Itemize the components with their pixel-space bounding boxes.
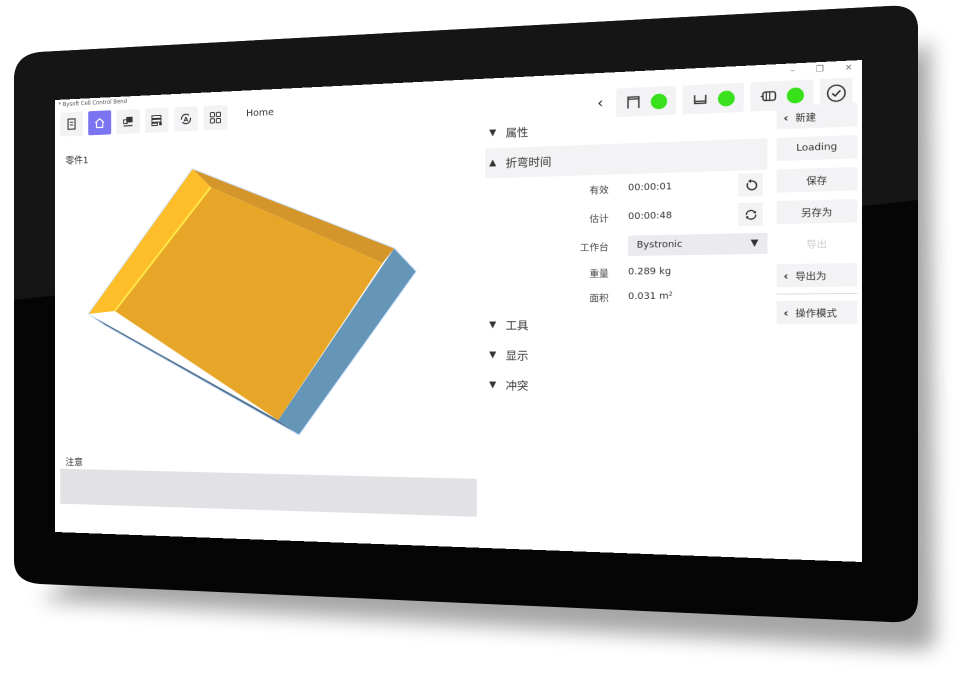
lower-tool-icon xyxy=(691,91,709,106)
lower-tool-status-dot xyxy=(717,89,735,107)
check-circle-icon xyxy=(826,83,847,103)
breadcrumb: Home xyxy=(246,106,274,119)
estimated-time-value: 00:00:48 xyxy=(628,210,673,223)
svg-text:A: A xyxy=(184,117,189,124)
new-button[interactable]: ‹ 新建 xyxy=(776,102,858,130)
home-button[interactable] xyxy=(88,110,112,136)
reset-button[interactable] xyxy=(738,173,763,197)
auto-mode-button[interactable]: A xyxy=(174,106,198,132)
chevron-down-icon: ▼ xyxy=(489,128,497,139)
machine-transfer-button[interactable] xyxy=(116,108,140,135)
area-row: 面积 0.031 m² xyxy=(485,283,767,310)
workbench-select[interactable]: Bystronic ▼ xyxy=(628,232,768,257)
notes-textarea[interactable] xyxy=(60,468,477,517)
upper-tool-status-dot xyxy=(650,92,668,110)
workbench-label: 工作台 xyxy=(579,242,609,254)
section-display[interactable]: ▼ 显示 xyxy=(485,340,767,372)
chevron-left-icon: ‹ xyxy=(783,268,789,283)
backgauge-status-dot xyxy=(786,86,804,104)
back-button[interactable]: ‹ xyxy=(597,95,603,112)
section-label: 冲突 xyxy=(505,379,529,393)
section-collision[interactable]: ▼ 冲突 xyxy=(485,370,767,403)
loading-button[interactable]: Loading xyxy=(776,134,858,162)
part-name: 零件1 xyxy=(65,155,89,167)
weight-label: 重量 xyxy=(589,269,609,280)
document-button[interactable] xyxy=(60,111,83,137)
list-settings-button[interactable] xyxy=(145,107,169,133)
weight-value: 0.289 kg xyxy=(628,266,672,278)
section-label: 工具 xyxy=(505,319,529,333)
operation-mode-label: 操作模式 xyxy=(795,308,837,320)
part-3d-viewer[interactable] xyxy=(86,150,434,437)
minimize-button[interactable]: – xyxy=(790,65,795,75)
model-inner-floor xyxy=(114,181,383,422)
backgauge-icon xyxy=(760,88,778,104)
export-button[interactable]: 导出 xyxy=(777,231,858,256)
undo-icon xyxy=(743,178,758,192)
chevron-up-icon: ▲ xyxy=(489,158,497,169)
effective-time-label: 有效 xyxy=(589,185,609,197)
close-button[interactable]: ✕ xyxy=(845,63,853,73)
chevron-down-icon: ▼ xyxy=(489,350,497,361)
properties-panel: ▼ 属性 ▲ 折弯时间 有效 00:00:01 估计 00:00:48 工作台 By… xyxy=(485,107,768,403)
side-menu: ‹ 新建 Loading 保存 另存为 导出 ‹ 导出为 ‹ 操作模式 xyxy=(776,102,858,325)
save-as-button[interactable]: 另存为 xyxy=(776,198,858,225)
window-controls: – ❐ ✕ xyxy=(790,63,852,76)
chevron-down-icon: ▼ xyxy=(489,320,497,331)
save-button[interactable]: 保存 xyxy=(776,166,858,193)
area-value: 0.031 m² xyxy=(628,291,673,303)
restore-button[interactable]: ❐ xyxy=(816,64,824,74)
auto-mode-icon: A xyxy=(180,112,193,126)
list-settings-icon xyxy=(151,113,164,127)
section-label: 显示 xyxy=(505,349,529,363)
app-screen: * Bysoft Cell Control Bend – ❐ ✕ A Home … xyxy=(55,59,862,562)
workbench-row: 工作台 Bystronic ▼ xyxy=(485,229,768,263)
effective-time-value: 00:00:01 xyxy=(628,182,673,194)
section-label: 属性 xyxy=(505,125,529,140)
new-label: 新建 xyxy=(795,112,817,125)
export-as-label: 导出为 xyxy=(795,271,827,283)
chevron-left-icon: ‹ xyxy=(783,110,789,125)
section-label: 折弯时间 xyxy=(505,155,552,170)
section-tools[interactable]: ▼ 工具 xyxy=(485,308,767,340)
chevron-left-icon: ‹ xyxy=(783,305,789,320)
area-label: 面积 xyxy=(589,293,609,305)
chevron-down-icon: ▼ xyxy=(489,380,497,391)
export-as-button[interactable]: ‹ 导出为 xyxy=(776,263,858,288)
machine-transfer-icon xyxy=(122,116,135,129)
home-icon xyxy=(93,116,105,130)
app-title: * Bysoft Cell Control Bend xyxy=(58,98,128,109)
upper-tool-icon xyxy=(625,95,642,110)
chevron-down-icon: ▼ xyxy=(750,238,759,249)
document-icon xyxy=(67,117,76,130)
workbench-selected-value: Bystronic xyxy=(636,239,683,251)
side-menu-divider xyxy=(776,292,858,295)
grid-icon xyxy=(209,111,222,125)
refresh-button[interactable] xyxy=(738,202,763,227)
weight-row: 重量 0.289 kg xyxy=(485,258,767,286)
refresh-icon xyxy=(743,207,758,221)
operation-mode-button[interactable]: ‹ 操作模式 xyxy=(776,300,858,325)
grid-button[interactable] xyxy=(203,104,228,131)
notes-label: 注意 xyxy=(65,457,83,469)
estimated-time-label: 估计 xyxy=(589,214,609,225)
